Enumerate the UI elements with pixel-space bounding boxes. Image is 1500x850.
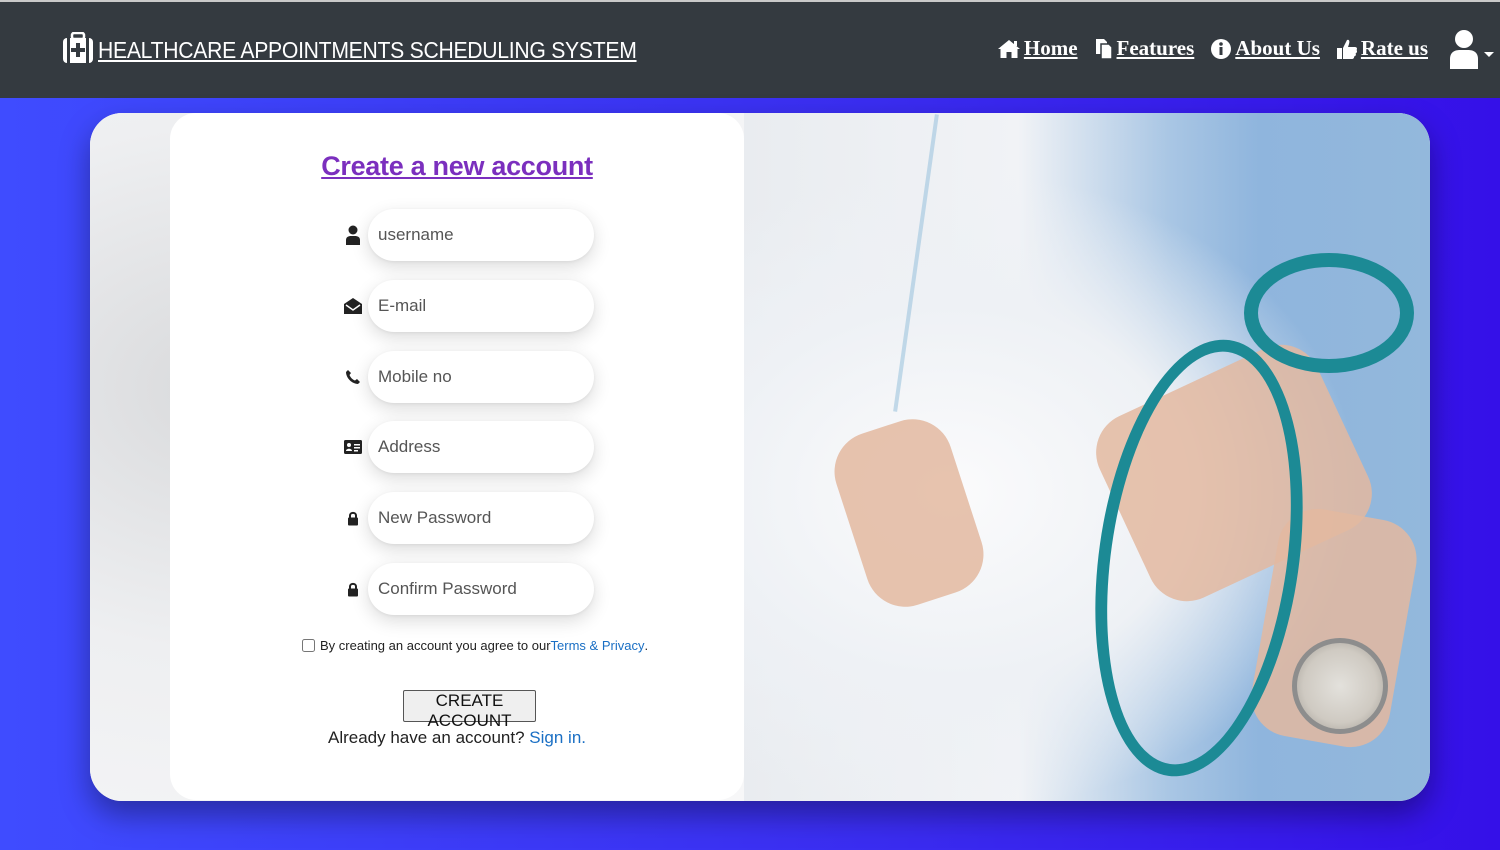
user-icon [342,225,364,245]
nav-features[interactable]: Features [1094,36,1195,61]
brand-link[interactable]: HEALTHCARE APPOINTMENTS SCHEDULING SYSTE… [62,31,683,69]
mobile-row [342,351,594,403]
signin-link[interactable]: Sign in [529,728,581,747]
doctor-hand-blur [824,408,994,618]
stethoscope-top [1244,253,1414,373]
nav-about[interactable]: About Us [1210,36,1320,61]
address-row [342,421,594,473]
files-icon [1095,38,1113,60]
lock-icon [342,582,364,597]
username-row [342,209,594,261]
email-row [342,280,594,332]
stethoscope-chest-piece [1292,638,1388,734]
create-account-button[interactable]: CREATE ACCOUNT [403,690,536,730]
stethoscope-tube-blur [893,114,939,412]
doctor-stethoscope-image [744,113,1430,801]
nav-links: Home Features About Us Rate us [981,36,1428,61]
info-icon [1211,38,1232,59]
address-input[interactable] [368,421,594,473]
terms-text: By creating an account you agree to our [320,638,551,653]
address-card-icon [342,439,364,455]
thumbs-up-icon [1336,39,1357,59]
terms-link[interactable]: Terms & Privacy [551,638,645,653]
phone-icon [342,369,364,385]
email-input[interactable] [368,280,594,332]
mobile-input[interactable] [368,351,594,403]
terms-checkbox[interactable] [302,639,315,652]
home-icon [997,39,1020,58]
signin-text: Already have an account? [327,728,530,747]
nav-rate[interactable]: Rate us [1336,36,1428,61]
nav-features-label: Features [1116,36,1195,60]
form-title: Create a new account [321,151,593,181]
nav-rate-label: Rate us [1360,36,1428,60]
user-icon [1450,30,1478,69]
terms-agreement: By creating an account you agree to our T… [302,638,648,653]
username-input[interactable] [368,209,594,261]
new-password-row [342,492,594,544]
nav-home[interactable]: Home [997,36,1078,61]
user-menu[interactable] [1448,29,1494,69]
brand-title: HEALTHCARE APPOINTMENTS SCHEDULING SYSTE… [98,37,637,63]
signup-form-panel: Create a new account username E-mail Mob… [170,113,744,800]
confirm-password-input[interactable] [368,563,594,615]
confirm-password-row [342,563,594,615]
chevron-down-icon [1484,52,1494,57]
nav-about-label: About Us [1235,36,1320,60]
medical-kit-icon [62,31,94,69]
new-password-input[interactable] [368,492,594,544]
terms-period: . [644,638,649,653]
nav-home-label: Home [1023,36,1078,60]
signin-period: . [581,728,587,747]
signin-prompt: Already have an account? Sign in. [170,728,744,748]
envelope-open-icon [342,297,364,315]
navbar: HEALTHCARE APPOINTMENTS SCHEDULING SYSTE… [0,2,1500,98]
lock-icon [342,511,364,526]
